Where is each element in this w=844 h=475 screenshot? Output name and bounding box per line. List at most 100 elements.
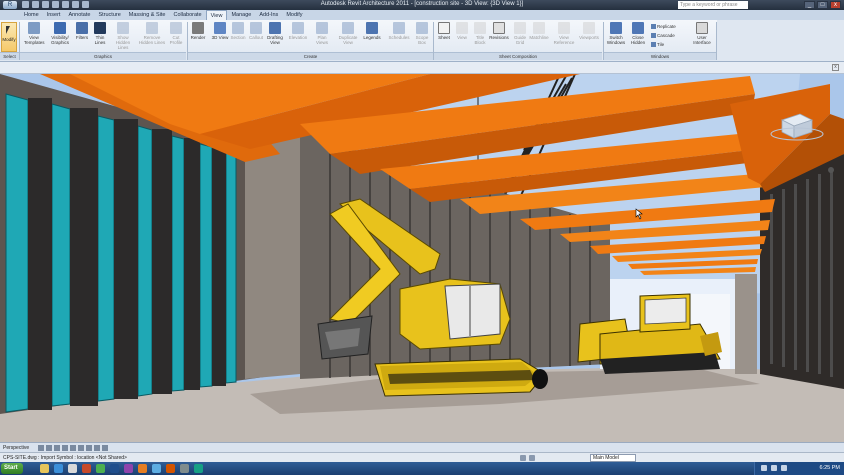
app-icon[interactable]	[138, 464, 147, 473]
visibility-graphics-button[interactable]: Visibility/ Graphics	[50, 22, 70, 52]
sheet-button[interactable]: Sheet	[434, 22, 454, 52]
schedules-icon	[393, 22, 405, 34]
matchline-button[interactable]: Matchline	[528, 22, 550, 52]
view-icon	[456, 22, 468, 34]
cut-profile-button[interactable]: Cut Profile	[166, 22, 186, 52]
modify-button[interactable]: Modify	[1, 22, 17, 52]
revisions-button[interactable]: Revisions	[488, 22, 510, 52]
reveal-hidden-icon[interactable]	[102, 445, 108, 451]
close-button[interactable]: x	[830, 1, 841, 9]
viewports-button[interactable]: Viewports	[578, 22, 600, 52]
search-input[interactable]: Type a keyword or phrase	[678, 1, 748, 9]
scope-box-icon	[416, 22, 428, 34]
render-button[interactable]: Render	[188, 22, 208, 52]
app-icon[interactable]	[124, 464, 133, 473]
construction-scene	[0, 74, 844, 442]
scroll-indicator[interactable]	[828, 167, 834, 173]
clock[interactable]: 6:25 PM	[820, 462, 840, 475]
filters-button[interactable]: Filters	[72, 22, 92, 52]
media-icon[interactable]	[82, 464, 91, 473]
start-button[interactable]: Start	[1, 463, 23, 474]
plan-views-button[interactable]: Plan Views	[312, 22, 332, 52]
app-icon[interactable]	[68, 464, 77, 473]
tab-add-ins[interactable]: Add-Ins	[255, 10, 282, 20]
guide-grid-icon	[514, 22, 526, 34]
drafting-view-button[interactable]: Drafting View	[264, 22, 286, 52]
tab-home[interactable]: Home	[20, 10, 43, 20]
show-hidden-lines-button[interactable]: Show Hidden Lines	[110, 22, 136, 52]
matchline-icon	[533, 22, 545, 34]
volume-icon[interactable]	[771, 465, 777, 471]
app-icon[interactable]	[96, 464, 105, 473]
title-block-button[interactable]: Title Block	[470, 22, 490, 52]
app-icon[interactable]	[194, 464, 203, 473]
section-button[interactable]: Section	[228, 22, 248, 52]
temporary-hide-icon[interactable]	[94, 445, 100, 451]
user-interface-button[interactable]: User Interface	[690, 22, 714, 52]
replicate-icon	[651, 24, 656, 30]
windows-panel-label: Windows	[604, 52, 716, 60]
window-controls: _ □ x	[804, 1, 841, 9]
ribbon-tabs: Home Insert Annotate Structure Massing &…	[0, 10, 844, 20]
remove-hidden-lines-button[interactable]: Remove Hidden Lines	[138, 22, 166, 52]
render-dialog-icon[interactable]	[70, 445, 76, 451]
network-icon[interactable]	[761, 465, 767, 471]
app-icon[interactable]	[166, 464, 175, 473]
show-crop-icon[interactable]	[86, 445, 92, 451]
maximize-button[interactable]: □	[817, 1, 828, 9]
explorer-icon[interactable]	[40, 464, 49, 473]
graphics-panel-label: Graphics	[20, 52, 186, 60]
close-view-icon[interactable]: x	[832, 64, 839, 71]
cascade-button[interactable]: Cascade	[651, 32, 675, 39]
callout-button[interactable]: Callout	[246, 22, 266, 52]
visual-style-icon[interactable]	[46, 445, 52, 451]
close-hidden-icon	[632, 22, 644, 34]
tab-collaborate[interactable]: Collaborate	[169, 10, 205, 20]
sun-path-icon[interactable]	[54, 445, 60, 451]
switch-windows-button[interactable]: Switch Windows	[606, 22, 626, 52]
ribbon-empty-area	[717, 20, 844, 61]
ie-icon[interactable]	[54, 464, 63, 473]
tile-button[interactable]: Tile	[651, 41, 664, 48]
section-icon	[232, 22, 244, 34]
view-reference-icon	[558, 22, 570, 34]
tray-icon[interactable]	[781, 465, 787, 471]
taskbar-app-icons	[40, 464, 203, 473]
app-icon[interactable]	[180, 464, 189, 473]
replicate-button[interactable]: Replicate	[651, 23, 676, 30]
close-hidden-button[interactable]: Close Hidden	[628, 22, 648, 52]
app-icon[interactable]	[152, 464, 161, 473]
elevation-button[interactable]: Elevation	[288, 22, 308, 52]
viewports-icon	[583, 22, 595, 34]
tab-modify[interactable]: Modify	[282, 10, 306, 20]
tab-manage[interactable]: Manage	[227, 10, 255, 20]
active-model-select[interactable]: Main Model	[590, 454, 636, 462]
view-control-bar: Perspective	[0, 442, 844, 452]
revisions-icon	[493, 22, 505, 34]
tab-insert[interactable]: Insert	[43, 10, 65, 20]
schedules-button[interactable]: Schedules	[388, 22, 410, 52]
thin-lines-button[interactable]: Thin Lines	[90, 22, 110, 52]
view-templates-button[interactable]: View Templates	[24, 22, 45, 52]
tab-view[interactable]: View	[205, 10, 228, 20]
shadows-icon[interactable]	[62, 445, 68, 451]
detail-level-icon[interactable]	[38, 445, 44, 451]
crop-view-icon[interactable]	[78, 445, 84, 451]
tab-massing-site[interactable]: Massing & Site	[125, 10, 170, 20]
legends-button[interactable]: Legends	[362, 22, 382, 52]
view-button[interactable]: View	[452, 22, 472, 52]
tab-annotate[interactable]: Annotate	[64, 10, 94, 20]
worksets-icon[interactable]	[520, 455, 526, 461]
title-bar: R Autodesk Revit Architecture 2011 - [co…	[0, 0, 844, 10]
tab-structure[interactable]: Structure	[94, 10, 124, 20]
3d-viewport[interactable]	[0, 74, 844, 442]
title-block-icon	[474, 22, 486, 34]
revit-icon[interactable]	[110, 464, 119, 473]
3d-view-button[interactable]: 3D View	[210, 22, 230, 52]
minimize-button[interactable]: _	[804, 1, 815, 9]
scope-box-button[interactable]: Scope Box	[412, 22, 432, 52]
guide-grid-button[interactable]: Guide Grid	[510, 22, 530, 52]
design-options-icon[interactable]	[529, 455, 535, 461]
duplicate-view-button[interactable]: Duplicate View	[336, 22, 360, 52]
view-reference-button[interactable]: View Reference	[552, 22, 576, 52]
